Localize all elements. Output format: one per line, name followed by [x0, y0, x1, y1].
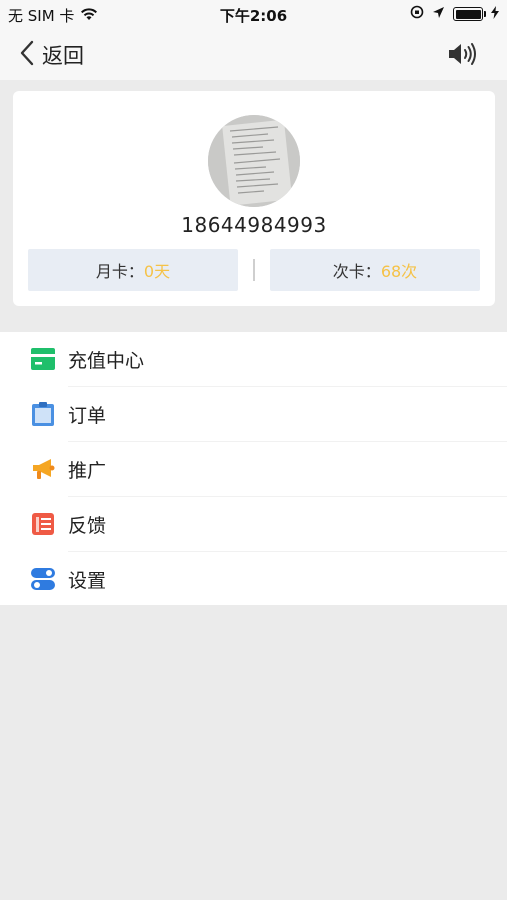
battery-icon: [453, 7, 486, 21]
menu-item-label: 反馈: [68, 515, 107, 537]
back-button[interactable]: 返回: [20, 40, 84, 70]
status-bar: 无 SIM 卡 下午2:06: [0, 0, 507, 28]
month-card-button[interactable]: 月卡： 0天: [28, 249, 238, 291]
menu-item-label: 设置: [68, 570, 107, 592]
menu-item-label: 订单: [68, 405, 107, 427]
location-arrow-icon: [432, 5, 445, 23]
menu-item-recharge[interactable]: 充值中心: [0, 332, 507, 387]
times-card-value: 68次: [380, 262, 418, 281]
settings-toggle-icon: [31, 568, 55, 590]
times-card-button[interactable]: 次卡： 68次: [270, 249, 480, 291]
orientation-lock-icon: [410, 5, 424, 23]
month-card-value: 0天: [143, 262, 171, 281]
profile-card: 18644984993 月卡： 0天 次卡： 68次: [13, 91, 495, 306]
menu-list: 充值中心 订单 推广 反馈 设置: [0, 332, 507, 605]
menu-item-promotion[interactable]: 推广: [0, 442, 507, 497]
menu-item-settings[interactable]: 设置: [0, 552, 507, 607]
megaphone-icon: [33, 459, 55, 479]
recharge-card-icon: [31, 348, 55, 370]
avatar-photo: [208, 115, 300, 207]
month-card-label: 月卡：: [95, 262, 144, 281]
chevron-left-icon: [20, 40, 34, 70]
user-phone-number: 18644984993: [181, 213, 327, 237]
menu-item-orders[interactable]: 订单: [0, 387, 507, 442]
times-card-label: 次卡：: [332, 262, 381, 281]
status-bar-right: [410, 5, 499, 23]
charging-bolt-icon: [491, 5, 499, 23]
avatar[interactable]: [208, 115, 300, 207]
menu-item-label: 充值中心: [68, 350, 145, 372]
menu-item-feedback[interactable]: 反馈: [0, 497, 507, 552]
order-clipboard-icon: [32, 402, 54, 426]
navigation-bar: 返回: [0, 28, 507, 80]
menu-item-label: 推广: [68, 460, 107, 482]
card-divider: [253, 259, 255, 281]
speaker-button[interactable]: [447, 42, 477, 70]
speaker-icon: [447, 43, 477, 70]
feedback-notes-icon: [32, 513, 54, 535]
back-label: 返回: [42, 44, 84, 68]
